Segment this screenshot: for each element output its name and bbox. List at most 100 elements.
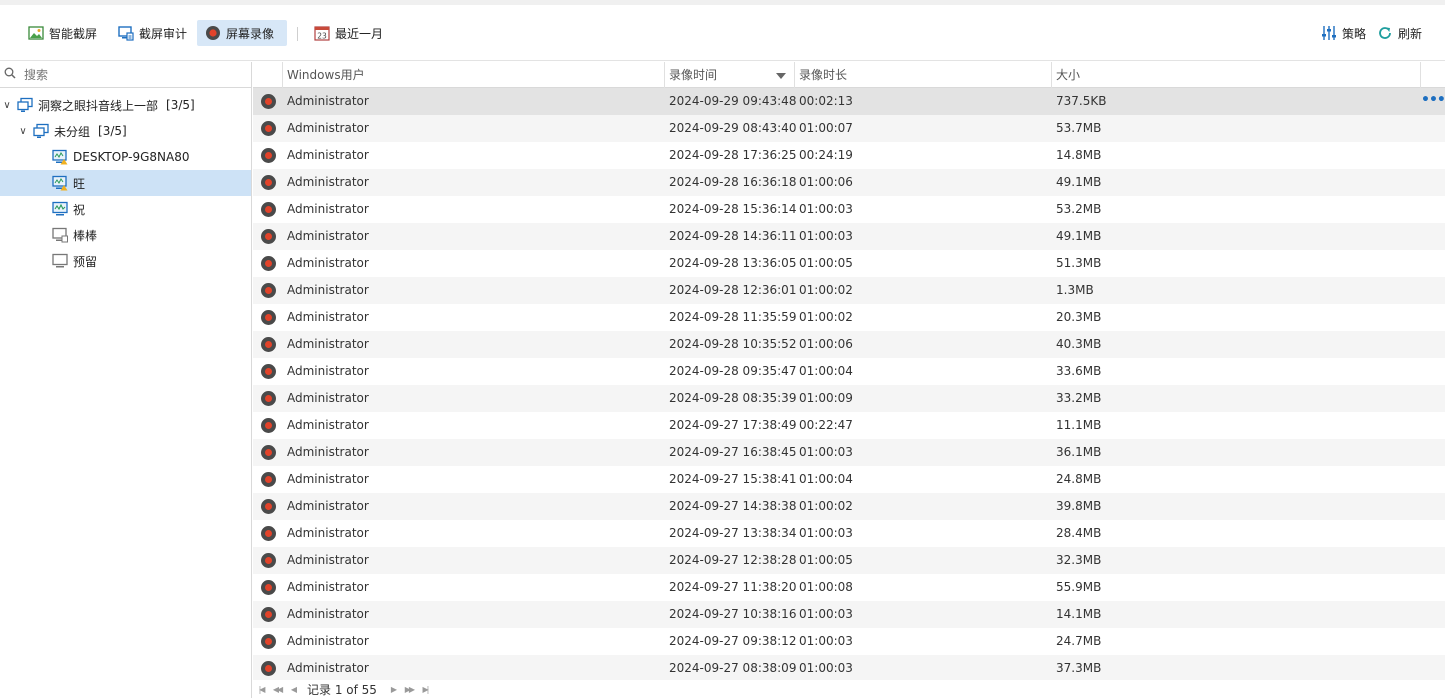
cell-time: 2024-09-27 11:38:20 (669, 580, 797, 594)
cell-size: 24.8MB (1056, 472, 1102, 486)
tree-item-computer[interactable]: 棒棒 (0, 222, 251, 248)
table-row[interactable]: Administrator 2024-09-27 11:38:20 01:00:08… (253, 574, 1445, 601)
table-row[interactable]: Administrator 2024-09-28 17:36:25 00:24:19… (253, 142, 1445, 169)
tree-item-computer[interactable]: 预留 (0, 248, 251, 274)
cell-time: 2024-09-27 14:38:38 (669, 499, 797, 513)
table-row[interactable]: Administrator 2024-09-27 14:38:38 01:00:02… (253, 493, 1445, 520)
cell-size: 20.3MB (1056, 310, 1102, 324)
cell-time: 2024-09-28 15:36:14 (669, 202, 797, 216)
tree-item-computer[interactable]: 旺 (0, 170, 251, 196)
cell-user: Administrator (287, 283, 369, 297)
table-row[interactable]: Administrator 2024-09-27 08:38:09 01:00:03… (253, 655, 1445, 680)
table-row[interactable]: Administrator 2024-09-27 15:38:41 01:00:04… (253, 466, 1445, 493)
prev-group-icon[interactable]: ◀◀ (269, 681, 285, 697)
policy-button[interactable]: 策略 (1313, 20, 1374, 46)
sliders-icon (1321, 25, 1337, 41)
cell-duration: 01:00:08 (799, 580, 853, 594)
tree-item-computer[interactable]: 祝 (0, 196, 251, 222)
record-icon (261, 418, 276, 433)
cell-duration: 01:00:03 (799, 661, 853, 675)
search-input[interactable] (24, 67, 224, 82)
computer-offline-icon (52, 253, 68, 269)
table-row[interactable]: Administrator 2024-09-29 09:43:48 00:02:13… (253, 88, 1445, 115)
chevron-down-icon[interactable]: ∨ (2, 100, 12, 111)
column-header-duration[interactable]: 录像时长 (794, 62, 1051, 88)
record-icon (261, 148, 276, 163)
cell-time: 2024-09-29 08:43:40 (669, 121, 797, 135)
cell-size: 737.5KB (1056, 94, 1107, 108)
cell-time: 2024-09-28 09:35:47 (669, 364, 797, 378)
last-month-button[interactable]: 23 最近一月 (306, 20, 391, 46)
cell-duration: 01:00:03 (799, 634, 853, 648)
table-row[interactable]: Administrator 2024-09-29 08:43:40 01:00:07… (253, 115, 1445, 142)
prev-page-icon[interactable]: ◀ (285, 681, 301, 697)
computer-label: 旺 (73, 176, 86, 191)
cell-size: 53.2MB (1056, 202, 1102, 216)
record-icon (261, 499, 276, 514)
column-header-label: 大小 (1056, 68, 1081, 82)
chevron-down-icon[interactable]: ∨ (18, 126, 28, 137)
table-row[interactable]: Administrator 2024-09-28 14:36:11 01:00:03… (253, 223, 1445, 250)
record-icon (261, 202, 276, 217)
screen-record-button[interactable]: 屏幕录像 (197, 20, 287, 46)
screen-audit-button[interactable]: 截屏审计 (110, 20, 195, 46)
cell-duration: 01:00:03 (799, 202, 853, 216)
cell-user: Administrator (287, 364, 369, 378)
table-row[interactable]: Administrator 2024-09-28 12:36:01 01:00:02… (253, 277, 1445, 304)
cell-user: Administrator (287, 499, 369, 513)
cell-duration: 01:00:09 (799, 391, 853, 405)
more-options-icon[interactable]: ••• (1421, 88, 1445, 115)
column-header-user[interactable]: Windows用户 (282, 62, 664, 88)
table-row[interactable]: Administrator 2024-09-27 13:38:34 01:00:03… (253, 520, 1445, 547)
table-row[interactable]: Administrator 2024-09-27 16:38:45 01:00:03… (253, 439, 1445, 466)
first-page-icon[interactable]: |◀ (253, 681, 269, 697)
table-row[interactable]: Administrator 2024-09-27 10:38:16 01:00:03… (253, 601, 1445, 628)
cell-size: 1.3MB (1056, 283, 1094, 297)
next-page-icon[interactable]: ▶ (385, 681, 401, 697)
tree-item-group[interactable]: ∨ 未分组 [3/5] (0, 118, 251, 144)
table-row[interactable]: Administrator 2024-09-28 15:36:14 01:00:03… (253, 196, 1445, 223)
cell-user: Administrator (287, 391, 369, 405)
cell-user: Administrator (287, 553, 369, 567)
cell-user: Administrator (287, 175, 369, 189)
cell-size: 33.2MB (1056, 391, 1102, 405)
toolbar-divider (297, 27, 298, 41)
smart-capture-button[interactable]: 智能截屏 (20, 20, 105, 46)
column-header-label: 录像时间 (669, 68, 718, 82)
cell-duration: 01:00:04 (799, 364, 853, 378)
record-icon (261, 364, 276, 379)
table-row[interactable]: Administrator 2024-09-27 12:38:28 01:00:05… (253, 547, 1445, 574)
record-icon (261, 472, 276, 487)
cell-time: 2024-09-28 16:36:18 (669, 175, 797, 189)
last-page-icon[interactable]: ▶| (417, 681, 433, 697)
column-header-label: Windows用户 (287, 68, 365, 82)
table-row[interactable]: Administrator 2024-09-28 11:35:59 01:00:02… (253, 304, 1445, 331)
column-header-time[interactable]: 录像时间 (664, 62, 794, 88)
tree-item-computer[interactable]: DESKTOP-9G8NA80 (0, 144, 251, 170)
cell-time: 2024-09-27 16:38:45 (669, 445, 797, 459)
table-row[interactable]: Administrator 2024-09-28 10:35:52 01:00:06… (253, 331, 1445, 358)
table-row[interactable]: Administrator 2024-09-28 08:35:39 01:00:09… (253, 385, 1445, 412)
cell-duration: 01:00:07 (799, 121, 853, 135)
computer-online-icon (52, 201, 68, 217)
refresh-button[interactable]: 刷新 (1369, 20, 1430, 46)
table-row[interactable]: Administrator 2024-09-28 09:35:47 01:00:04… (253, 358, 1445, 385)
screen-audit-icon (118, 25, 134, 41)
table-row[interactable]: Administrator 2024-09-27 17:38:49 00:22:47… (253, 412, 1445, 439)
record-icon (261, 607, 276, 622)
cell-time: 2024-09-27 17:38:49 (669, 418, 797, 432)
image-icon (28, 25, 44, 41)
group-count: [3/5] (98, 124, 127, 138)
tree-item-root[interactable]: ∨ 洞察之眼抖音线上一部 [3/5] (0, 92, 251, 118)
table-row[interactable]: Administrator 2024-09-28 16:36:18 01:00:06… (253, 169, 1445, 196)
record-icon (261, 391, 276, 406)
cell-size: 11.1MB (1056, 418, 1102, 432)
table-row[interactable]: Administrator 2024-09-27 09:38:12 01:00:03… (253, 628, 1445, 655)
column-header-size[interactable]: 大小 (1051, 62, 1420, 88)
cell-size: 49.1MB (1056, 229, 1102, 243)
cell-time: 2024-09-27 13:38:34 (669, 526, 797, 540)
table-row[interactable]: Administrator 2024-09-28 13:36:05 01:00:05… (253, 250, 1445, 277)
cell-size: 33.6MB (1056, 364, 1102, 378)
cell-size: 39.8MB (1056, 499, 1102, 513)
next-group-icon[interactable]: ▶▶ (401, 681, 417, 697)
